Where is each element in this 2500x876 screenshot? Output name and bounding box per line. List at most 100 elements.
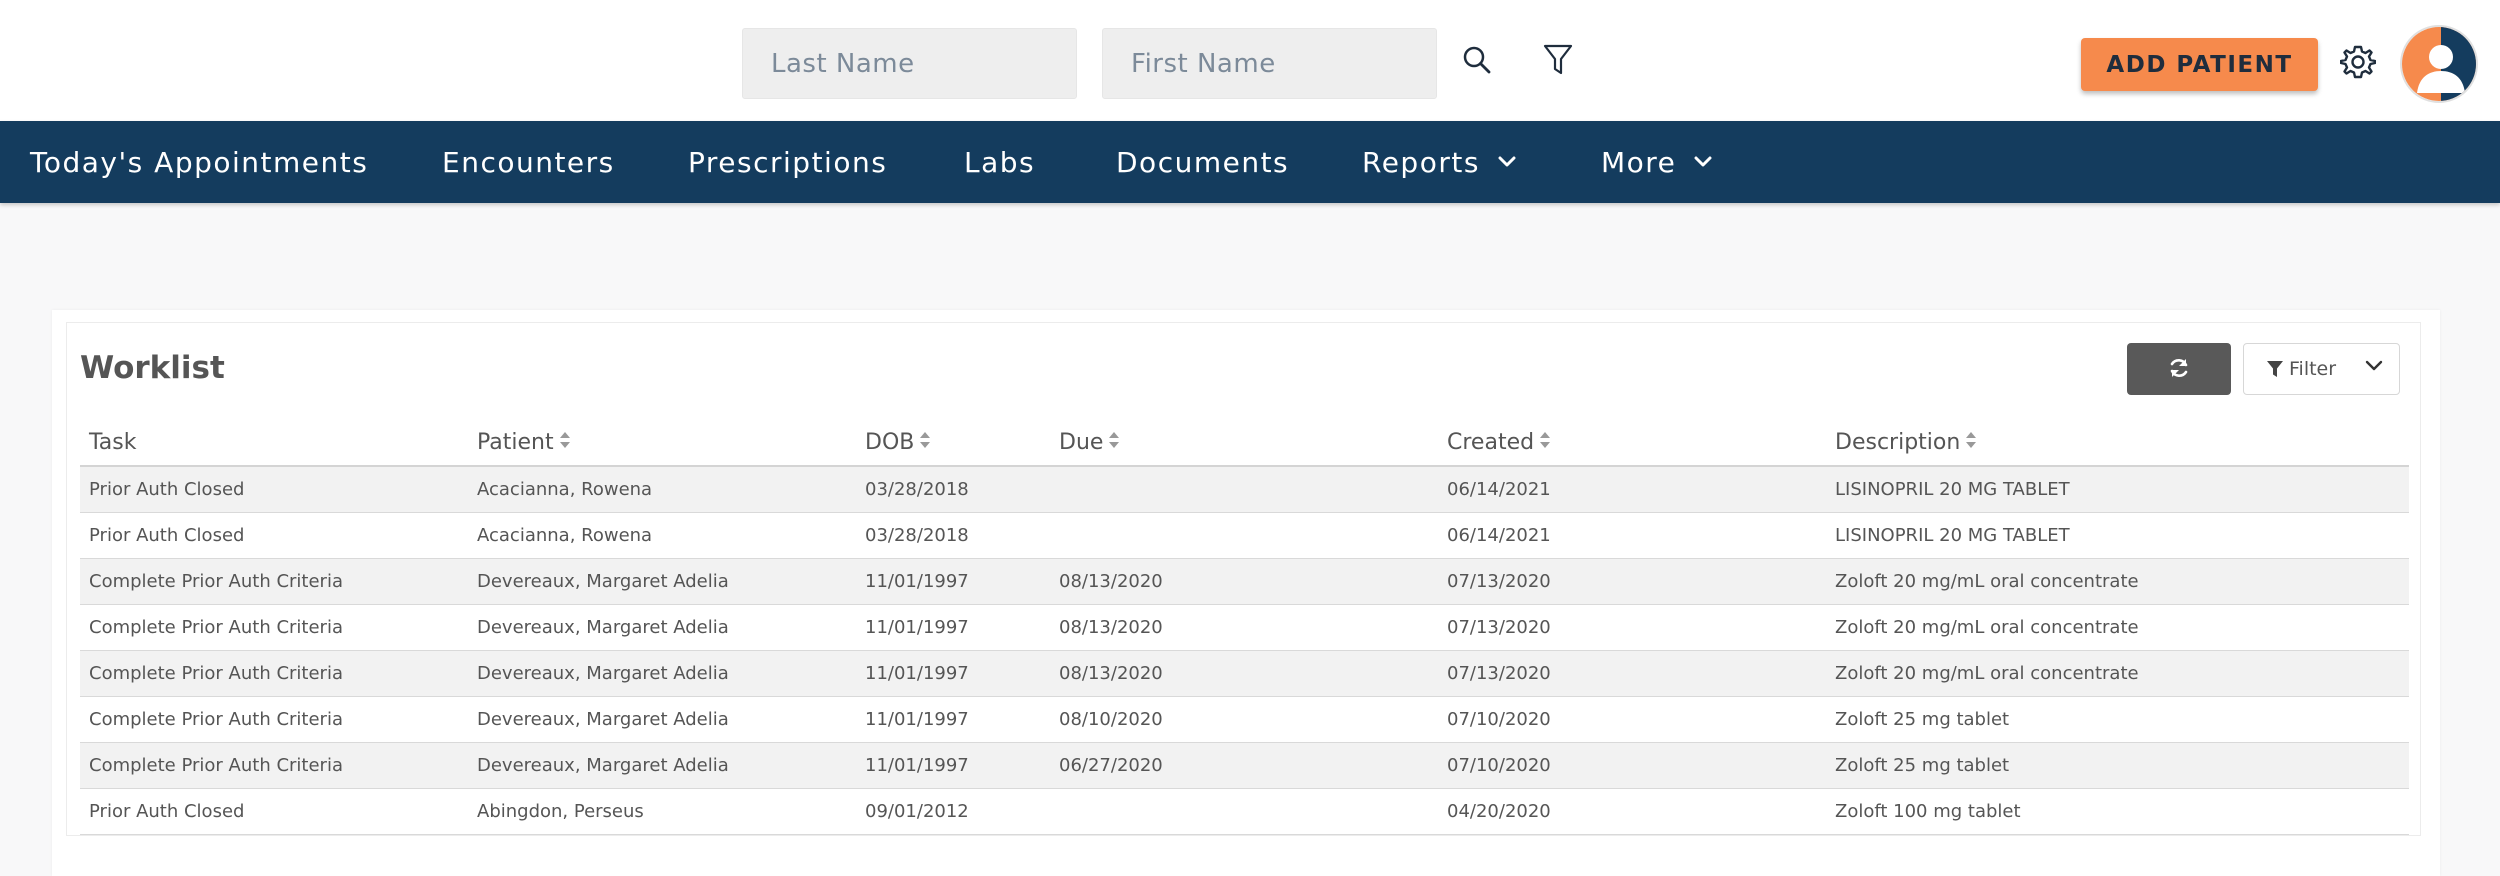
main-nav: Today's Appointments Encounters Prescrip… [0,121,2500,203]
cell-description: Zoloft 100 mg tablet [1826,788,2409,835]
cell-task: Complete Prior Auth Criteria [80,696,468,743]
column-header-dob[interactable]: DOB [856,420,1050,467]
nav-item-labs[interactable]: Labs [964,121,1035,203]
worklist-table: Task Patient DOB Due Created Description… [80,420,2409,835]
cell-due: 06/27/2020 [1050,742,1438,789]
nav-item-label: Encounters [442,145,615,179]
sort-icon [559,430,571,456]
cell-created: 06/14/2021 [1438,512,1826,559]
refresh-button[interactable] [2127,343,2231,395]
cell-dob: 03/28/2018 [856,466,1050,513]
nav-item-label: Labs [964,145,1036,179]
first-name-input[interactable] [1102,28,1437,99]
chevron-down-icon [2365,360,2383,372]
add-patient-button[interactable]: ADD PATIENT [2081,38,2318,91]
table-row[interactable]: Prior Auth Closed Acacianna, Rowena 03/2… [80,466,2409,513]
column-header-created[interactable]: Created [1438,420,1826,467]
filter-icon [2267,360,2283,378]
cell-dob: 11/01/1997 [856,742,1050,789]
column-header-description[interactable]: Description [1826,420,2409,467]
nav-item-encounters[interactable]: Encounters [442,121,615,203]
search-icon[interactable] [1457,40,1497,80]
cell-task: Complete Prior Auth Criteria [80,604,468,651]
column-header-task: Task [80,420,468,467]
table-row[interactable]: Complete Prior Auth Criteria Devereaux, … [80,604,2409,651]
chevron-down-icon [1694,156,1712,168]
gear-icon[interactable] [2338,42,2378,82]
cell-dob: 11/01/1997 [856,696,1050,743]
nav-item-prescriptions[interactable]: Prescriptions [688,121,887,203]
sort-icon [1965,430,1977,456]
cell-dob: 11/01/1997 [856,650,1050,697]
nav-item-label: More [1601,145,1677,179]
cell-task: Prior Auth Closed [80,466,468,513]
cell-patient: Devereaux, Margaret Adelia [468,558,856,605]
cell-created: 07/13/2020 [1438,558,1826,605]
table-row[interactable]: Prior Auth Closed Abingdon, Perseus 09/0… [80,788,2409,835]
cell-patient: Abingdon, Perseus [468,788,856,835]
refresh-icon [2168,357,2190,382]
cell-description: Zoloft 25 mg tablet [1826,742,2409,789]
nav-item-reports[interactable]: Reports [1362,121,1516,203]
column-header-due[interactable]: Due [1050,420,1438,467]
cell-due: 08/13/2020 [1050,558,1438,605]
table-row[interactable]: Complete Prior Auth Criteria Devereaux, … [80,558,2409,605]
column-header-patient[interactable]: Patient [468,420,856,467]
cell-created: 07/13/2020 [1438,650,1826,697]
cell-due [1050,512,1438,559]
cell-description: Zoloft 25 mg tablet [1826,696,2409,743]
cell-description: LISINOPRIL 20 MG TABLET [1826,512,2409,559]
cell-patient: Acacianna, Rowena [468,466,856,513]
nav-item-label: Prescriptions [688,145,888,179]
filter-icon[interactable] [1538,40,1578,80]
cell-description: Zoloft 20 mg/mL oral concentrate [1826,558,2409,605]
table-header-row: Task Patient DOB Due Created Description [80,420,2409,467]
cell-created: 07/10/2020 [1438,742,1826,789]
nav-item-label: Today's Appointments [30,145,369,179]
table-row[interactable]: Complete Prior Auth Criteria Devereaux, … [80,696,2409,743]
cell-created: 06/14/2021 [1438,466,1826,513]
cell-created: 07/13/2020 [1438,604,1826,651]
cell-dob: 09/01/2012 [856,788,1050,835]
cell-task: Prior Auth Closed [80,788,468,835]
nav-item-more[interactable]: More [1601,121,1712,203]
cell-task: Complete Prior Auth Criteria [80,558,468,605]
cell-created: 07/10/2020 [1438,696,1826,743]
cell-due [1050,466,1438,513]
cell-task: Prior Auth Closed [80,512,468,559]
cell-due: 08/13/2020 [1050,650,1438,697]
cell-patient: Devereaux, Margaret Adelia [468,742,856,789]
cell-task: Complete Prior Auth Criteria [80,742,468,789]
nav-item-label: Reports [1362,145,1480,179]
sort-icon [1108,430,1120,456]
cell-description: LISINOPRIL 20 MG TABLET [1826,466,2409,513]
table-row[interactable]: Complete Prior Auth Criteria Devereaux, … [80,650,2409,697]
filter-label: Filter [2289,358,2337,380]
sort-icon [1539,430,1551,456]
nav-item-todays-appointments[interactable]: Today's Appointments [30,121,368,203]
cell-due: 08/13/2020 [1050,604,1438,651]
cell-due: 08/10/2020 [1050,696,1438,743]
cell-patient: Devereaux, Margaret Adelia [468,696,856,743]
cell-created: 04/20/2020 [1438,788,1826,835]
nav-item-documents[interactable]: Documents [1116,121,1289,203]
cell-description: Zoloft 20 mg/mL oral concentrate [1826,650,2409,697]
cell-description: Zoloft 20 mg/mL oral concentrate [1826,604,2409,651]
worklist-title: Worklist [80,350,225,386]
filter-dropdown-button[interactable]: Filter [2243,343,2400,395]
top-header: ADD PATIENT [0,0,2500,121]
cell-due [1050,788,1438,835]
sort-icon [919,430,931,456]
last-name-input[interactable] [742,28,1077,99]
cell-dob: 03/28/2018 [856,512,1050,559]
table-row[interactable]: Complete Prior Auth Criteria Devereaux, … [80,742,2409,789]
table-row[interactable]: Prior Auth Closed Acacianna, Rowena 03/2… [80,512,2409,559]
cell-patient: Acacianna, Rowena [468,512,856,559]
cell-patient: Devereaux, Margaret Adelia [468,604,856,651]
cell-task: Complete Prior Auth Criteria [80,650,468,697]
chevron-down-icon [1498,156,1516,168]
user-avatar-icon[interactable] [2400,25,2478,103]
cell-dob: 11/01/1997 [856,558,1050,605]
cell-patient: Devereaux, Margaret Adelia [468,650,856,697]
cell-dob: 11/01/1997 [856,604,1050,651]
